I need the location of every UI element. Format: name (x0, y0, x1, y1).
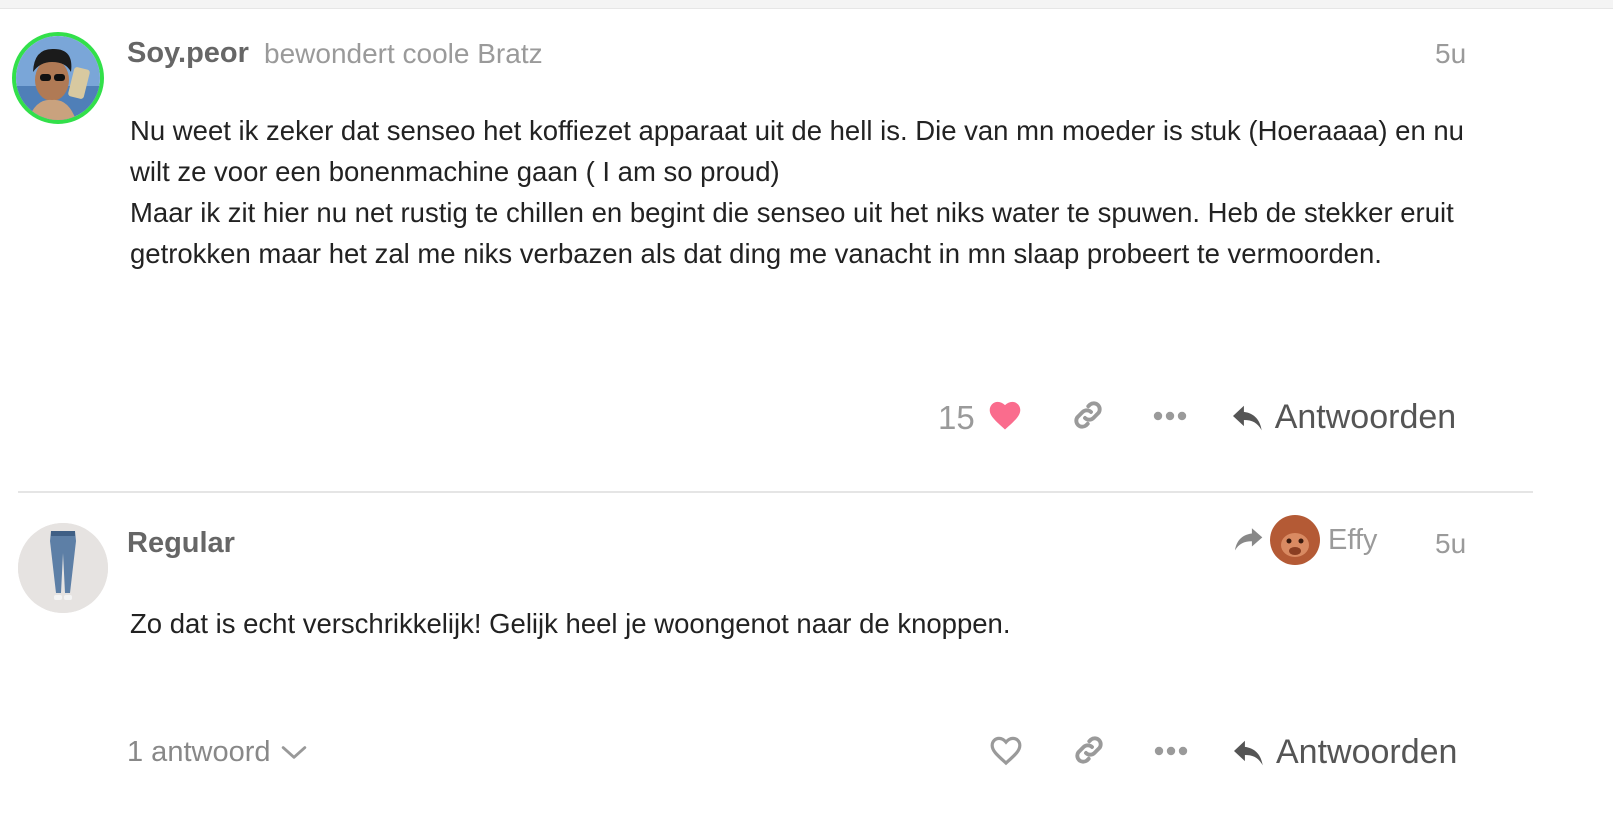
top-edge-bar (0, 0, 1613, 9)
avatar-image (16, 36, 100, 120)
link-icon[interactable] (1071, 732, 1107, 773)
post-date[interactable]: 5u (1435, 38, 1466, 70)
post-actions: 15 Antwoorden (938, 397, 1456, 438)
heart-filled-icon[interactable] (987, 399, 1023, 436)
reply-button[interactable]: Antwoorden (1232, 733, 1457, 772)
post-paragraph: Nu weet ik zeker dat senseo het koffieze… (130, 115, 1464, 187)
ellipsis-icon[interactable] (1154, 744, 1188, 762)
heart-outline-icon[interactable] (988, 734, 1024, 771)
reply-to-indicator[interactable]: Effy (1232, 515, 1377, 565)
post-body: Zo dat is echt verschrikkelijk! Gelijk h… (130, 603, 1480, 644)
replies-toggle[interactable]: 1 antwoord (127, 736, 307, 769)
reply-arrow-icon (1234, 740, 1263, 765)
share-arrow-icon (1235, 528, 1263, 551)
reply-button[interactable]: Antwoorden (1231, 398, 1456, 437)
post-author-title: bewondert coole Bratz (264, 38, 543, 69)
reply-label: Antwoorden (1274, 398, 1457, 436)
link-icon[interactable] (1070, 397, 1106, 438)
replies-count-label: 1 antwoord (127, 736, 271, 768)
like-count[interactable]: 15 (938, 399, 975, 437)
reply-label: Antwoorden (1276, 733, 1458, 771)
avatar-regular[interactable] (18, 523, 108, 613)
post-divider (18, 491, 1533, 493)
reply-to-avatar (1270, 515, 1320, 565)
post-body: Nu weet ik zeker dat senseo het koffieze… (130, 110, 1480, 274)
post-actions: Antwoorden (988, 732, 1457, 773)
chevron-down-icon (281, 745, 306, 759)
reply-arrow-icon (1232, 405, 1262, 430)
avatar-image (18, 523, 108, 613)
post-paragraph: Zo dat is echt verschrikkelijk! Gelijk h… (130, 608, 1011, 639)
avatar-soy-peor[interactable] (12, 32, 104, 124)
post-1: Soy.peor bewondert coole Bratz 5u Nu wee… (12, 9, 1533, 507)
post-paragraph: Maar ik zit hier nu net rustig te chille… (130, 197, 1454, 269)
post-author-username[interactable]: Soy.peor (127, 37, 249, 70)
post-2: Regular Effy 5u Zo dat is echt verschrik… (18, 507, 1533, 817)
ellipsis-icon[interactable] (1153, 409, 1187, 427)
reply-to-username: Effy (1328, 523, 1378, 556)
post-author-username[interactable]: Regular (127, 527, 235, 560)
post-date[interactable]: 5u (1435, 528, 1466, 560)
